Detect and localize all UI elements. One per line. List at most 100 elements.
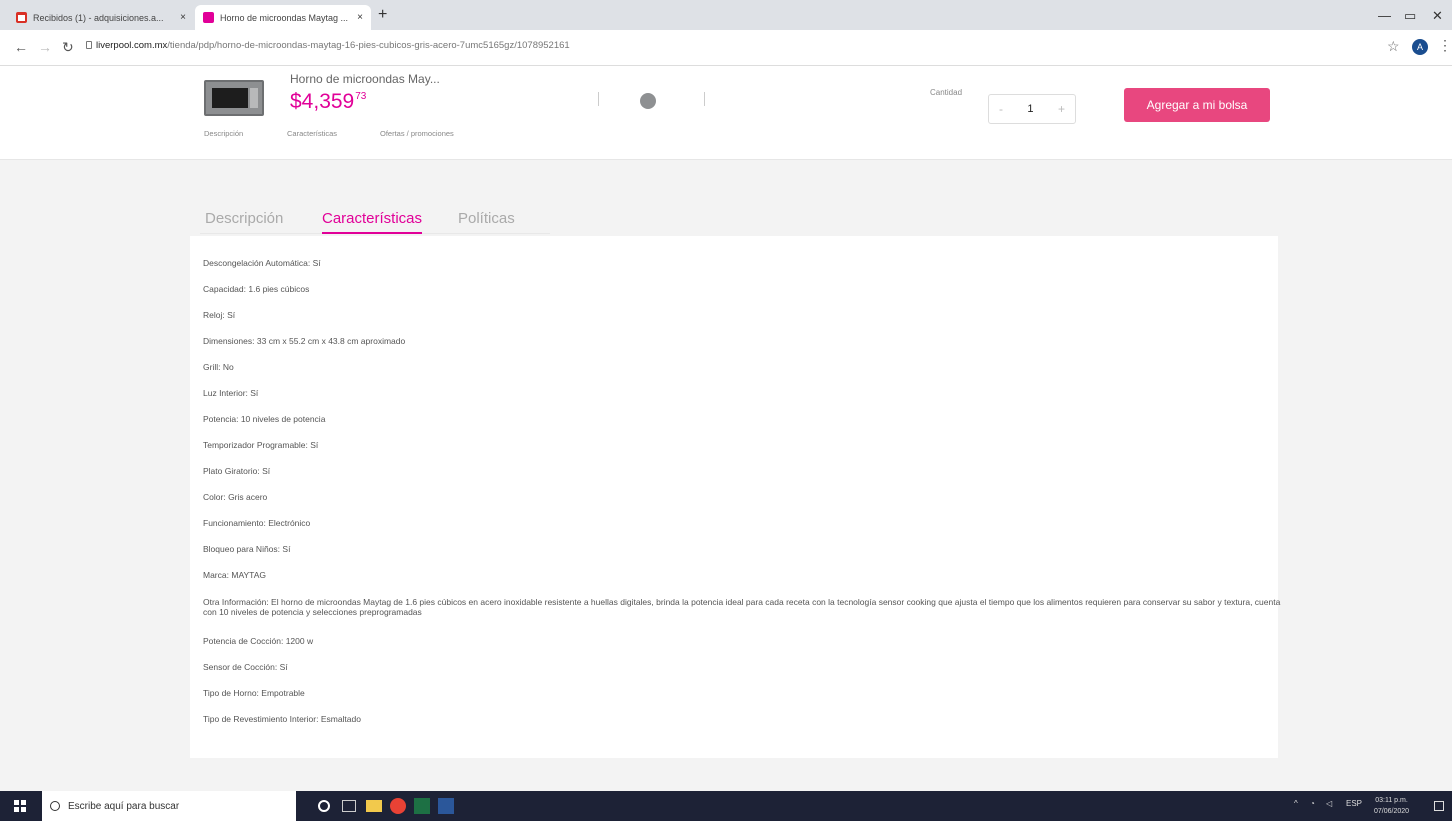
restore-icon[interactable]: ▭ [1404, 8, 1416, 24]
notifications-icon[interactable] [1434, 801, 1444, 811]
close-window-icon[interactable]: ✕ [1432, 8, 1443, 24]
spec-value: 1.6 pies cúbicos [248, 284, 310, 294]
cortana-icon[interactable] [318, 800, 330, 812]
specs-card [190, 236, 1278, 758]
lock-icon [86, 41, 92, 49]
spec-value: Sí [310, 440, 319, 450]
spec-row: Potencia: 10 niveles de potencia [203, 414, 325, 424]
address-bar: ← → ↻ liverpool.com.mx/tienda/pdp/horno-… [0, 30, 1452, 66]
spec-value: MAYTAG [231, 570, 266, 580]
spec-row: Color: Gris acero [203, 492, 267, 502]
spec-label: Tipo de Revestimiento Interior: [203, 714, 319, 724]
spec-label: Color: [203, 492, 226, 502]
bookmark-star-icon[interactable]: ☆ [1387, 38, 1400, 55]
liverpool-icon [203, 12, 214, 23]
quantity-minus-button[interactable]: - [999, 102, 1003, 116]
tab-descripcion[interactable]: Descripción [205, 210, 283, 232]
tray-chevron-icon[interactable]: ^ [1294, 799, 1298, 808]
search-placeholder: Escribe aquí para buscar [68, 800, 180, 812]
url-field[interactable]: liverpool.com.mx/tienda/pdp/horno-de-mic… [96, 40, 570, 51]
new-tab-button[interactable]: + [378, 6, 387, 24]
spec-row: Dimensiones: 33 cm x 55.2 cm x 43.8 cm a… [203, 336, 405, 346]
tab-gmail[interactable]: Recibidos (1) - adquisiciones.a... × [8, 5, 194, 30]
spec-label: Reloj: [203, 310, 225, 320]
nav-ofertas[interactable]: Ofertas / promociones [380, 129, 454, 138]
network-icon[interactable]: ◔ [1310, 799, 1315, 808]
spec-row: Potencia de Cocción: 1200 w [203, 636, 313, 646]
search-icon [50, 801, 60, 811]
url-path: /tienda/pdp/horno-de-microondas-maytag-1… [167, 40, 570, 51]
spec-row: Tipo de Revestimiento Interior: Esmaltad… [203, 714, 361, 724]
reload-icon[interactable]: ↻ [62, 39, 74, 56]
spec-row: Reloj: Sí [203, 310, 235, 320]
profile-avatar[interactable]: A [1412, 39, 1428, 55]
quantity-plus-button[interactable]: + [1058, 102, 1065, 116]
spec-label: Marca: [203, 570, 229, 580]
spec-label: Potencia: [203, 414, 239, 424]
back-icon[interactable]: ← [14, 39, 28, 55]
quantity-stepper: - 1 + [988, 94, 1076, 124]
spec-value: Esmaltado [320, 714, 361, 724]
spec-label: Luz Interior: [203, 388, 248, 398]
chrome-icon[interactable] [390, 798, 406, 814]
url-host: liverpool.com.mx [96, 40, 168, 51]
color-swatch[interactable] [640, 93, 656, 109]
spec-label: Potencia de Cocción: [203, 636, 284, 646]
tab-liverpool[interactable]: Horno de microondas Maytag ... × [195, 5, 371, 30]
task-view-icon[interactable] [342, 800, 356, 812]
divider [704, 92, 705, 106]
spec-value: 10 niveles de potencia [240, 414, 326, 424]
clock[interactable]: 03:11 p.m. 07/06/2020 [1374, 795, 1409, 817]
product-price: $4,35973 [290, 90, 366, 114]
nav-descripcion[interactable]: Descripción [204, 129, 243, 138]
file-explorer-icon[interactable] [366, 800, 382, 812]
product-name: Horno de microondas May... [290, 72, 440, 86]
spec-value: Sí [262, 466, 271, 476]
spec-label: Grill: [203, 362, 221, 372]
word-icon[interactable] [438, 798, 454, 814]
price-cents: 73 [355, 91, 367, 102]
minimize-icon[interactable]: — [1378, 8, 1391, 23]
spec-value: 33 cm x 55.2 cm x 43.8 cm aproximado [256, 336, 406, 346]
tab-politicas[interactable]: Políticas [458, 210, 515, 232]
windows-start-icon[interactable] [14, 800, 26, 812]
spec-row: Bloqueo para Niños: Sí [203, 544, 290, 554]
spec-row: Capacidad: 1.6 pies cúbicos [203, 284, 309, 294]
spec-row: Marca: MAYTAG [203, 570, 266, 580]
spec-value: El horno de microondas Maytag de 1.6 pie… [203, 597, 1281, 617]
spec-value: No [222, 362, 234, 372]
browser-menu-icon[interactable]: ⋮ [1438, 37, 1452, 54]
spec-label: Sensor de Cocción: [203, 662, 278, 672]
divider [598, 92, 599, 106]
spec-label: Otra Información: [203, 597, 269, 607]
language-indicator[interactable]: ESP [1346, 799, 1362, 808]
spec-label: Bloqueo para Niños: [203, 544, 281, 554]
spec-label: Funcionamiento: [203, 518, 266, 528]
spec-row: Tipo de Horno: Empotrable [203, 688, 305, 698]
spec-value: Empotrable [261, 688, 305, 698]
spec-label: Temporizador Programable: [203, 440, 308, 450]
price-main: $4,359 [290, 90, 355, 113]
clock-date: 07/06/2020 [1374, 808, 1410, 815]
gmail-icon [16, 12, 27, 23]
forward-icon[interactable]: → [38, 39, 52, 55]
volume-icon[interactable]: ◁ [1326, 799, 1332, 808]
spec-label: Dimensiones: [203, 336, 255, 346]
close-tab-icon[interactable]: × [180, 12, 186, 23]
taskbar: Escribe aquí para buscar ^ ◔ ◁ ESP 03:11… [0, 791, 1452, 821]
content-tabs: Descripción Características Políticas [200, 210, 550, 236]
excel-icon[interactable] [414, 798, 430, 814]
close-tab-icon[interactable]: × [357, 12, 363, 23]
add-to-bag-button[interactable]: Agregar a mi bolsa [1124, 88, 1270, 122]
tab-title: Horno de microondas Maytag ... [220, 12, 349, 23]
nav-caracteristicas[interactable]: Características [287, 129, 337, 138]
spec-value: Sí [279, 662, 288, 672]
spec-value: Gris acero [228, 492, 268, 502]
tab-caracteristicas[interactable]: Características [322, 210, 423, 234]
product-sticky-bar: Horno de microondas May... $4,35973 Desc… [0, 66, 1452, 160]
browser-tab-strip: Recibidos (1) - adquisiciones.a... × Hor… [0, 0, 1452, 30]
quantity-value[interactable]: 1 [1027, 103, 1033, 115]
spec-value: 1200 w [285, 636, 314, 646]
spec-row: Temporizador Programable: Sí [203, 440, 318, 450]
taskbar-search[interactable]: Escribe aquí para buscar [42, 791, 296, 821]
